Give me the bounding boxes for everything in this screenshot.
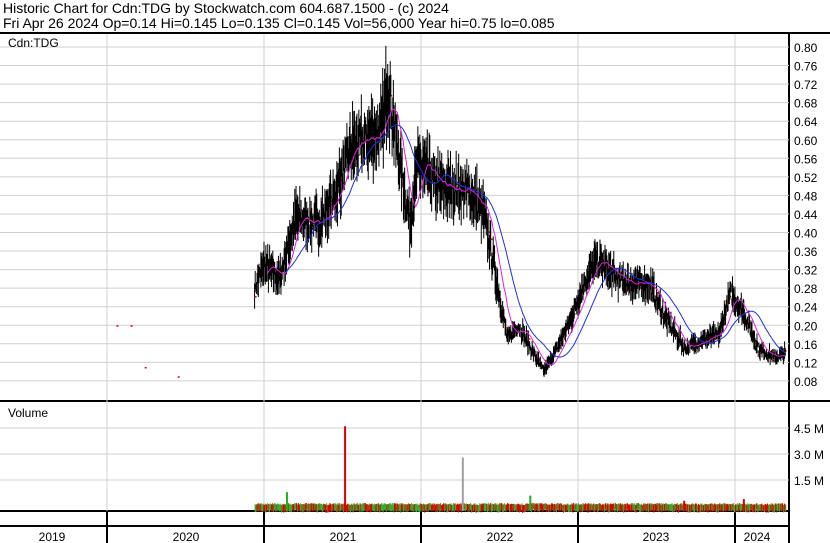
volume-label: Volume xyxy=(8,406,48,420)
year-label: 2022 xyxy=(487,530,514,543)
price-tick-label: 0.44 xyxy=(794,208,818,222)
price-volume-chart: 0.80 0.76 0.72 0.68 0.64 0.60 0.56 0.52 0.48 0.44… xyxy=(0,32,830,543)
price-tick-label: 0.28 xyxy=(794,282,818,296)
volume-spike xyxy=(742,499,745,511)
price-tick-label: 0.24 xyxy=(794,301,818,315)
volume-spike xyxy=(461,457,464,511)
year-label: 2023 xyxy=(643,530,670,543)
volume-tick-label: 3.0 M xyxy=(794,448,824,462)
price-tick-label: 0.76 xyxy=(794,60,818,74)
price-point xyxy=(144,366,147,369)
price-tick-label: 0.40 xyxy=(794,227,818,241)
price-tick-label: 0.72 xyxy=(794,78,818,92)
close-tick xyxy=(528,338,531,340)
chart-window: Historic Chart for Cdn:TDG by Stockwatch… xyxy=(0,0,830,543)
price-tick-label: 0.64 xyxy=(794,115,818,129)
volume-spike xyxy=(683,500,686,511)
volume-spike xyxy=(285,492,288,511)
price-point xyxy=(177,376,180,378)
price-tick-label: 0.08 xyxy=(794,375,818,389)
close-tick xyxy=(254,295,257,298)
volume-tick-label: 1.5 M xyxy=(794,474,824,488)
price-tick-label: 0.52 xyxy=(794,171,818,185)
year-label: 2024 xyxy=(744,530,771,543)
year-label: 2020 xyxy=(173,530,200,543)
price-tick-label: 0.80 xyxy=(794,41,818,55)
price-tick-label: 0.32 xyxy=(794,264,818,278)
close-tick xyxy=(490,238,493,241)
price-point xyxy=(130,325,133,327)
year-label: 2021 xyxy=(330,530,357,543)
price-point xyxy=(116,325,119,327)
price-tick-label: 0.60 xyxy=(794,134,818,148)
price-tick-label: 0.36 xyxy=(794,245,818,259)
volume-tick-label: 4.5 M xyxy=(794,422,824,436)
year-label: 2019 xyxy=(39,530,66,543)
volume-bar xyxy=(785,504,787,512)
price-tick-label: 0.12 xyxy=(794,356,818,370)
price-tick-label: 0.68 xyxy=(794,97,818,111)
price-tick-label: 0.48 xyxy=(794,189,818,203)
volume-spike xyxy=(344,426,347,511)
price-tick-label: 0.20 xyxy=(794,319,818,333)
symbol-label: Cdn:TDG xyxy=(8,36,59,50)
volume-spike xyxy=(529,495,532,511)
price-tick-label: 0.56 xyxy=(794,152,818,166)
price-tick-label: 0.16 xyxy=(794,338,818,352)
